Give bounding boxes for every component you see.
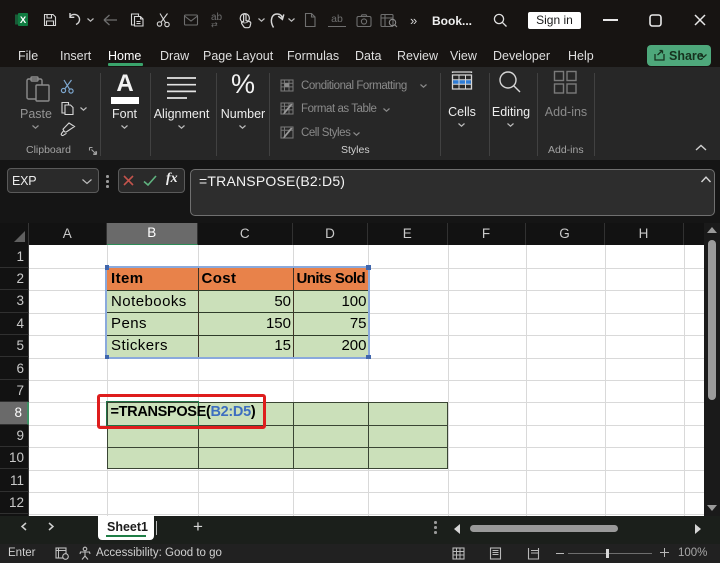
svg-text:X: X	[20, 15, 27, 26]
